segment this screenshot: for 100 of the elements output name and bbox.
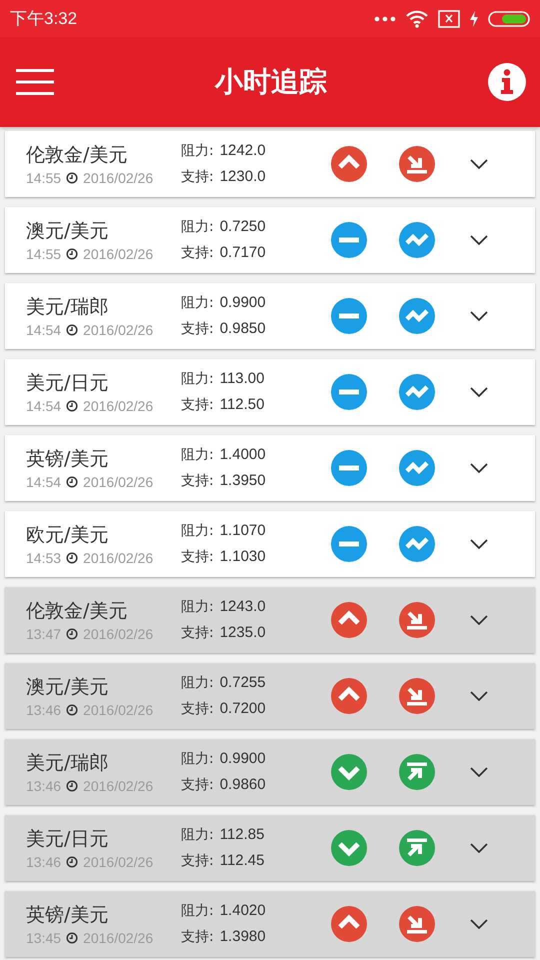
pair-name: 英镑/美元	[26, 447, 110, 472]
clock-icon	[66, 172, 78, 184]
support-label: 支持:	[181, 168, 214, 186]
resistance-label: 阻力:	[181, 446, 214, 464]
pair-name: 英镑/美元	[26, 903, 110, 928]
time-text: 13:46	[26, 854, 62, 870]
support-value: 112.50	[220, 396, 264, 413]
signal-card[interactable]: 欧元/美元 14:53 2016/02/26 阻力: 1.1070 支持: 1.1030	[5, 511, 535, 577]
support-label: 支持:	[181, 472, 214, 490]
support-value: 0.9850	[220, 320, 266, 337]
charging-icon	[469, 10, 479, 26]
pair-name: 美元/瑞郎	[26, 751, 110, 776]
menu-button[interactable]	[16, 68, 54, 96]
support-label: 支持:	[181, 548, 214, 566]
more-dots-icon	[374, 14, 396, 22]
signal-card[interactable]: 伦敦金/美元 14:55 2016/02/26 阻力: 1242.0 支持: 1230.0	[5, 131, 535, 197]
signal-card[interactable]: 澳元/美元 13:46 2016/02/26 阻力: 0.7255 支持: 0.7200	[5, 663, 535, 729]
expand-chevron-icon[interactable]	[470, 539, 488, 549]
support-value: 1230.0	[220, 168, 266, 185]
resistance-label: 阻力:	[181, 218, 214, 236]
clock-icon	[66, 552, 78, 564]
expand-chevron-icon[interactable]	[470, 843, 488, 853]
support-value: 1.1030	[220, 548, 266, 565]
expand-chevron-icon[interactable]	[470, 919, 488, 929]
pair-name: 伦敦金/美元	[26, 599, 128, 624]
resistance-label: 阻力:	[181, 902, 214, 920]
expand-chevron-icon[interactable]	[470, 615, 488, 625]
expand-chevron-icon[interactable]	[470, 767, 488, 777]
support-value: 0.7200	[220, 700, 266, 717]
signal-card[interactable]: 美元/瑞郎 14:54 2016/02/26 阻力: 0.9900 支持: 0.9850	[5, 283, 535, 349]
clock-icon	[66, 780, 78, 792]
resistance-label: 阻力:	[181, 750, 214, 768]
resistance-label: 阻力:	[181, 598, 214, 616]
expand-chevron-icon[interactable]	[470, 159, 488, 169]
time-text: 13:45	[26, 930, 62, 946]
pair-name: 美元/瑞郎	[26, 295, 110, 320]
resistance-value: 0.9900	[220, 750, 266, 767]
resistance-value: 1.4020	[220, 902, 266, 919]
signal-card[interactable]: 美元/日元 13:46 2016/02/26 阻力: 112.85 支持: 112.45	[5, 815, 535, 881]
time-text: 13:46	[26, 778, 62, 794]
resistance-label: 阻力:	[181, 674, 214, 692]
date-text: 2016/02/26	[83, 930, 154, 946]
resistance-value: 1242.0	[220, 142, 266, 159]
clock-icon	[66, 932, 78, 944]
date-text: 2016/02/26	[83, 398, 154, 414]
resistance-value: 1243.0	[220, 598, 266, 615]
support-value: 112.45	[220, 852, 264, 869]
clock-icon	[66, 248, 78, 260]
signal-card[interactable]: 美元/日元 14:54 2016/02/26 阻力: 113.00 支持: 112.50	[5, 359, 535, 425]
time-text: 14:55	[26, 246, 62, 262]
signal-card[interactable]: 美元/瑞郎 13:46 2016/02/26 阻力: 0.9900 支持: 0.9860	[5, 739, 535, 805]
time-text: 14:54	[26, 398, 62, 414]
expand-chevron-icon[interactable]	[470, 691, 488, 701]
time-text: 14:53	[26, 550, 62, 566]
support-value: 0.7170	[220, 244, 266, 261]
signal-card[interactable]: 澳元/美元 14:55 2016/02/26 阻力: 0.7250 支持: 0.7170	[5, 207, 535, 273]
time-text: 13:46	[26, 702, 62, 718]
expand-chevron-icon[interactable]	[470, 463, 488, 473]
support-label: 支持:	[181, 244, 214, 262]
date-text: 2016/02/26	[83, 550, 154, 566]
wifi-icon	[405, 10, 429, 28]
info-icon	[488, 63, 526, 101]
pair-name: 美元/日元	[26, 827, 110, 852]
status-time: 下午3:32	[10, 8, 78, 30]
expand-chevron-icon[interactable]	[470, 311, 488, 321]
info-button[interactable]	[488, 63, 526, 101]
signal-card[interactable]: 伦敦金/美元 13:47 2016/02/26 阻力: 1243.0 支持: 1235.0	[5, 587, 535, 653]
signal-card[interactable]: 英镑/美元 13:45 2016/02/26 阻力: 1.4020 支持: 1.3980	[5, 891, 535, 957]
resistance-label: 阻力:	[181, 142, 214, 160]
expand-chevron-icon[interactable]	[470, 387, 488, 397]
time-text: 14:54	[26, 474, 62, 490]
signal-card[interactable]: 英镑/美元 14:54 2016/02/26 阻力: 1.4000 支持: 1.3950	[5, 435, 535, 501]
date-text: 2016/02/26	[83, 170, 154, 186]
support-label: 支持:	[181, 776, 214, 794]
clock-icon	[66, 856, 78, 868]
date-text: 2016/02/26	[83, 474, 154, 490]
screen-title: 小时追踪	[215, 64, 327, 100]
clock-icon	[66, 400, 78, 412]
support-label: 支持:	[181, 928, 214, 946]
resistance-value: 113.00	[220, 370, 264, 387]
clock-icon	[66, 476, 78, 488]
clock-icon	[66, 628, 78, 640]
support-value: 1235.0	[220, 624, 266, 641]
resistance-value: 1.4000	[220, 446, 266, 463]
resistance-value: 112.85	[220, 826, 264, 843]
support-label: 支持:	[181, 624, 214, 642]
support-label: 支持:	[181, 320, 214, 338]
resistance-label: 阻力:	[181, 294, 214, 312]
resistance-label: 阻力:	[181, 370, 214, 388]
resistance-label: 阻力:	[181, 826, 214, 844]
clock-icon	[66, 704, 78, 716]
date-text: 2016/02/26	[83, 626, 154, 642]
clock-icon	[66, 324, 78, 336]
resistance-value: 0.7255	[220, 674, 266, 691]
support-label: 支持:	[181, 700, 214, 718]
support-value: 1.3980	[220, 928, 266, 945]
expand-chevron-icon[interactable]	[470, 235, 488, 245]
support-label: 支持:	[181, 852, 214, 870]
date-text: 2016/02/26	[83, 778, 154, 794]
time-text: 14:55	[26, 170, 62, 186]
